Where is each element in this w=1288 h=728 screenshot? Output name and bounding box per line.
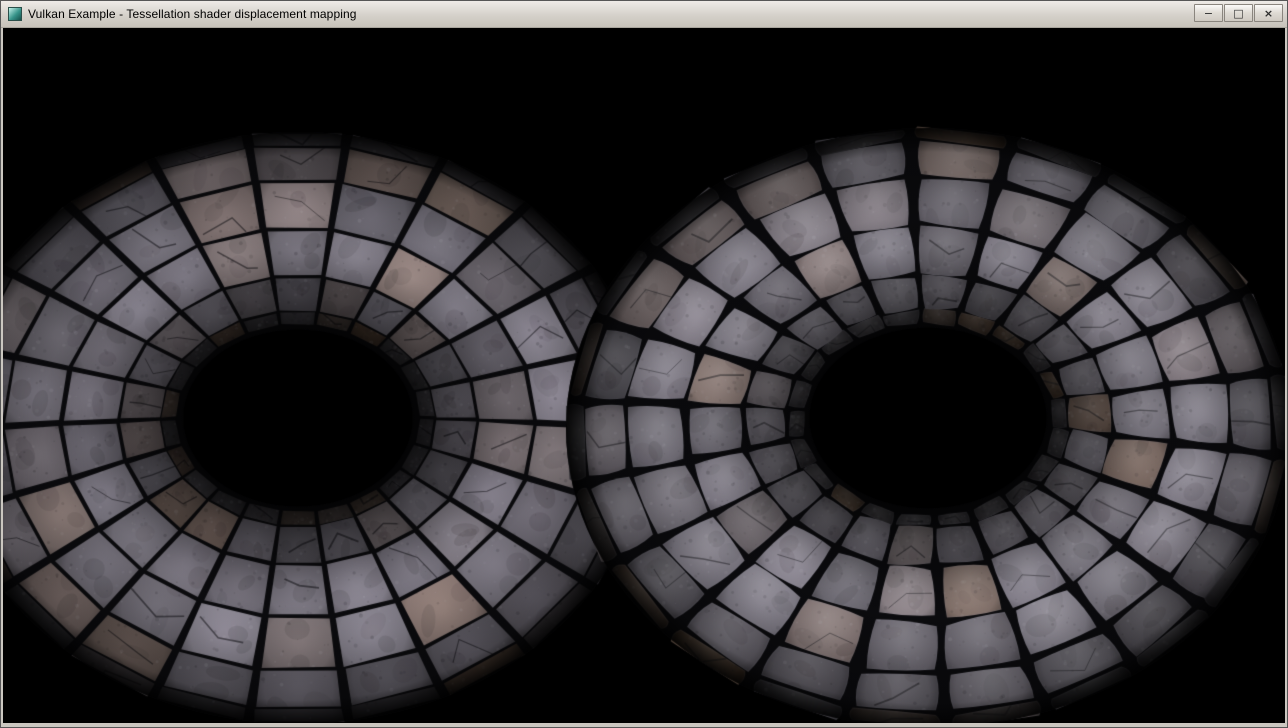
window-border-bottom xyxy=(1,723,1287,727)
viewport-frame xyxy=(1,28,1287,723)
minimize-button[interactable]: − xyxy=(1194,4,1223,22)
maximize-button[interactable]: □ xyxy=(1224,4,1253,22)
app-icon xyxy=(8,7,22,21)
window-controls: − □ × xyxy=(1193,4,1283,22)
title-bar[interactable]: Vulkan Example - Tessellation shader dis… xyxy=(1,1,1287,28)
render-viewport[interactable] xyxy=(3,28,1285,723)
app-window: Vulkan Example - Tessellation shader dis… xyxy=(0,0,1288,728)
close-button[interactable]: × xyxy=(1254,4,1283,22)
window-title: Vulkan Example - Tessellation shader dis… xyxy=(28,7,357,21)
